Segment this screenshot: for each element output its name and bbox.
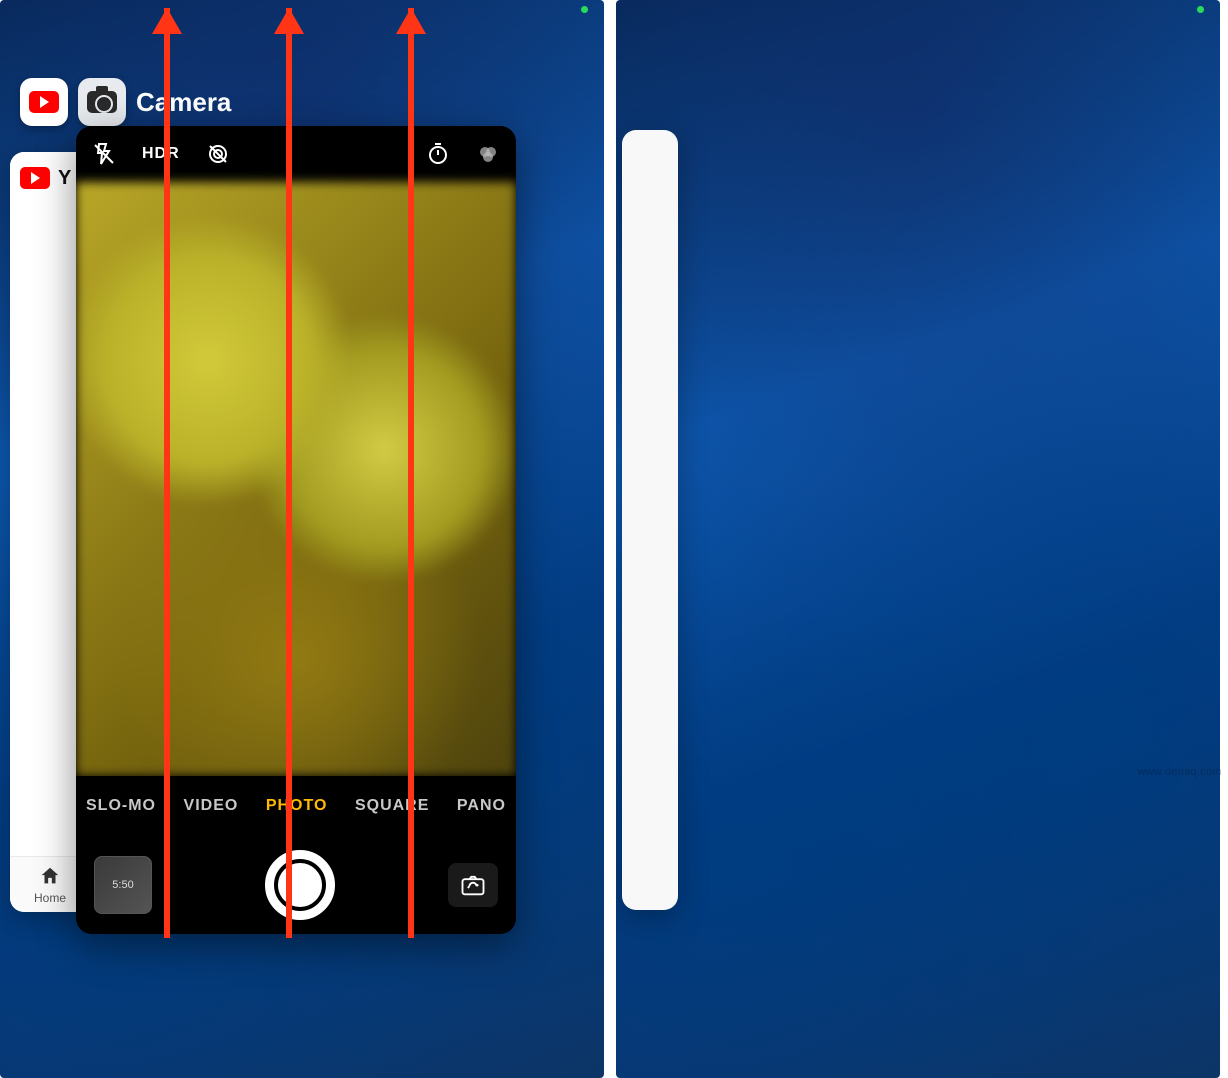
camera-bottom-bar: 5:50 bbox=[76, 836, 516, 934]
mode-video[interactable]: VIDEO bbox=[184, 797, 239, 815]
hdr-button[interactable]: HDR bbox=[142, 145, 180, 163]
camera-mode-selector[interactable]: SLO-MO VIDEO PHOTO SQUARE PANO bbox=[76, 776, 516, 836]
timer-icon[interactable] bbox=[426, 142, 450, 166]
app-icon-youtube[interactable] bbox=[20, 78, 68, 126]
app-icon-camera[interactable] bbox=[78, 78, 126, 126]
camera-viewfinder[interactable] bbox=[76, 182, 516, 776]
home-icon bbox=[39, 865, 61, 887]
app-card-background-peek[interactable] bbox=[622, 130, 678, 910]
live-off-icon[interactable] bbox=[206, 142, 230, 166]
flip-camera-button[interactable] bbox=[448, 863, 498, 907]
flash-off-icon[interactable] bbox=[92, 142, 116, 166]
swipe-up-arrow-annotation bbox=[286, 8, 292, 938]
mode-pano[interactable]: PANO bbox=[457, 797, 506, 815]
swipe-up-arrow-annotation bbox=[164, 8, 170, 938]
right-screenshot: SLO-MO VIDEO PHOTO SQUARE PANO YouTube bbox=[616, 0, 1220, 1078]
youtube-play-icon bbox=[29, 91, 59, 113]
shutter-button[interactable] bbox=[265, 850, 335, 920]
last-photo-thumbnail[interactable]: 5:50 bbox=[94, 856, 152, 914]
flip-camera-icon bbox=[459, 871, 487, 899]
source-watermark: www.deuaq.com bbox=[1137, 766, 1222, 778]
mode-square[interactable]: SQUARE bbox=[355, 797, 429, 815]
swipe-up-arrow-annotation bbox=[408, 8, 414, 938]
app-switcher-label-row: Camera bbox=[20, 78, 231, 126]
camera-top-toolbar: HDR bbox=[76, 126, 516, 182]
filters-icon[interactable] bbox=[476, 142, 500, 166]
youtube-peek-letter: Y bbox=[58, 167, 71, 190]
camera-in-use-dot bbox=[581, 6, 588, 13]
mode-photo[interactable]: PHOTO bbox=[266, 797, 328, 815]
camera-icon bbox=[87, 91, 117, 113]
peek-tab-home: Home bbox=[34, 891, 66, 905]
app-card-camera[interactable]: HDR SLO-MO VIDEO PHOTO SQUARE PANO 5:50 bbox=[76, 126, 516, 934]
youtube-logo-icon bbox=[20, 167, 50, 189]
camera-in-use-dot bbox=[1197, 6, 1204, 13]
front-app-name: Camera bbox=[136, 87, 231, 118]
mode-slomo[interactable]: SLO-MO bbox=[86, 797, 156, 815]
left-screenshot: Y Home Camera HDR SLO- bbox=[0, 0, 604, 1078]
